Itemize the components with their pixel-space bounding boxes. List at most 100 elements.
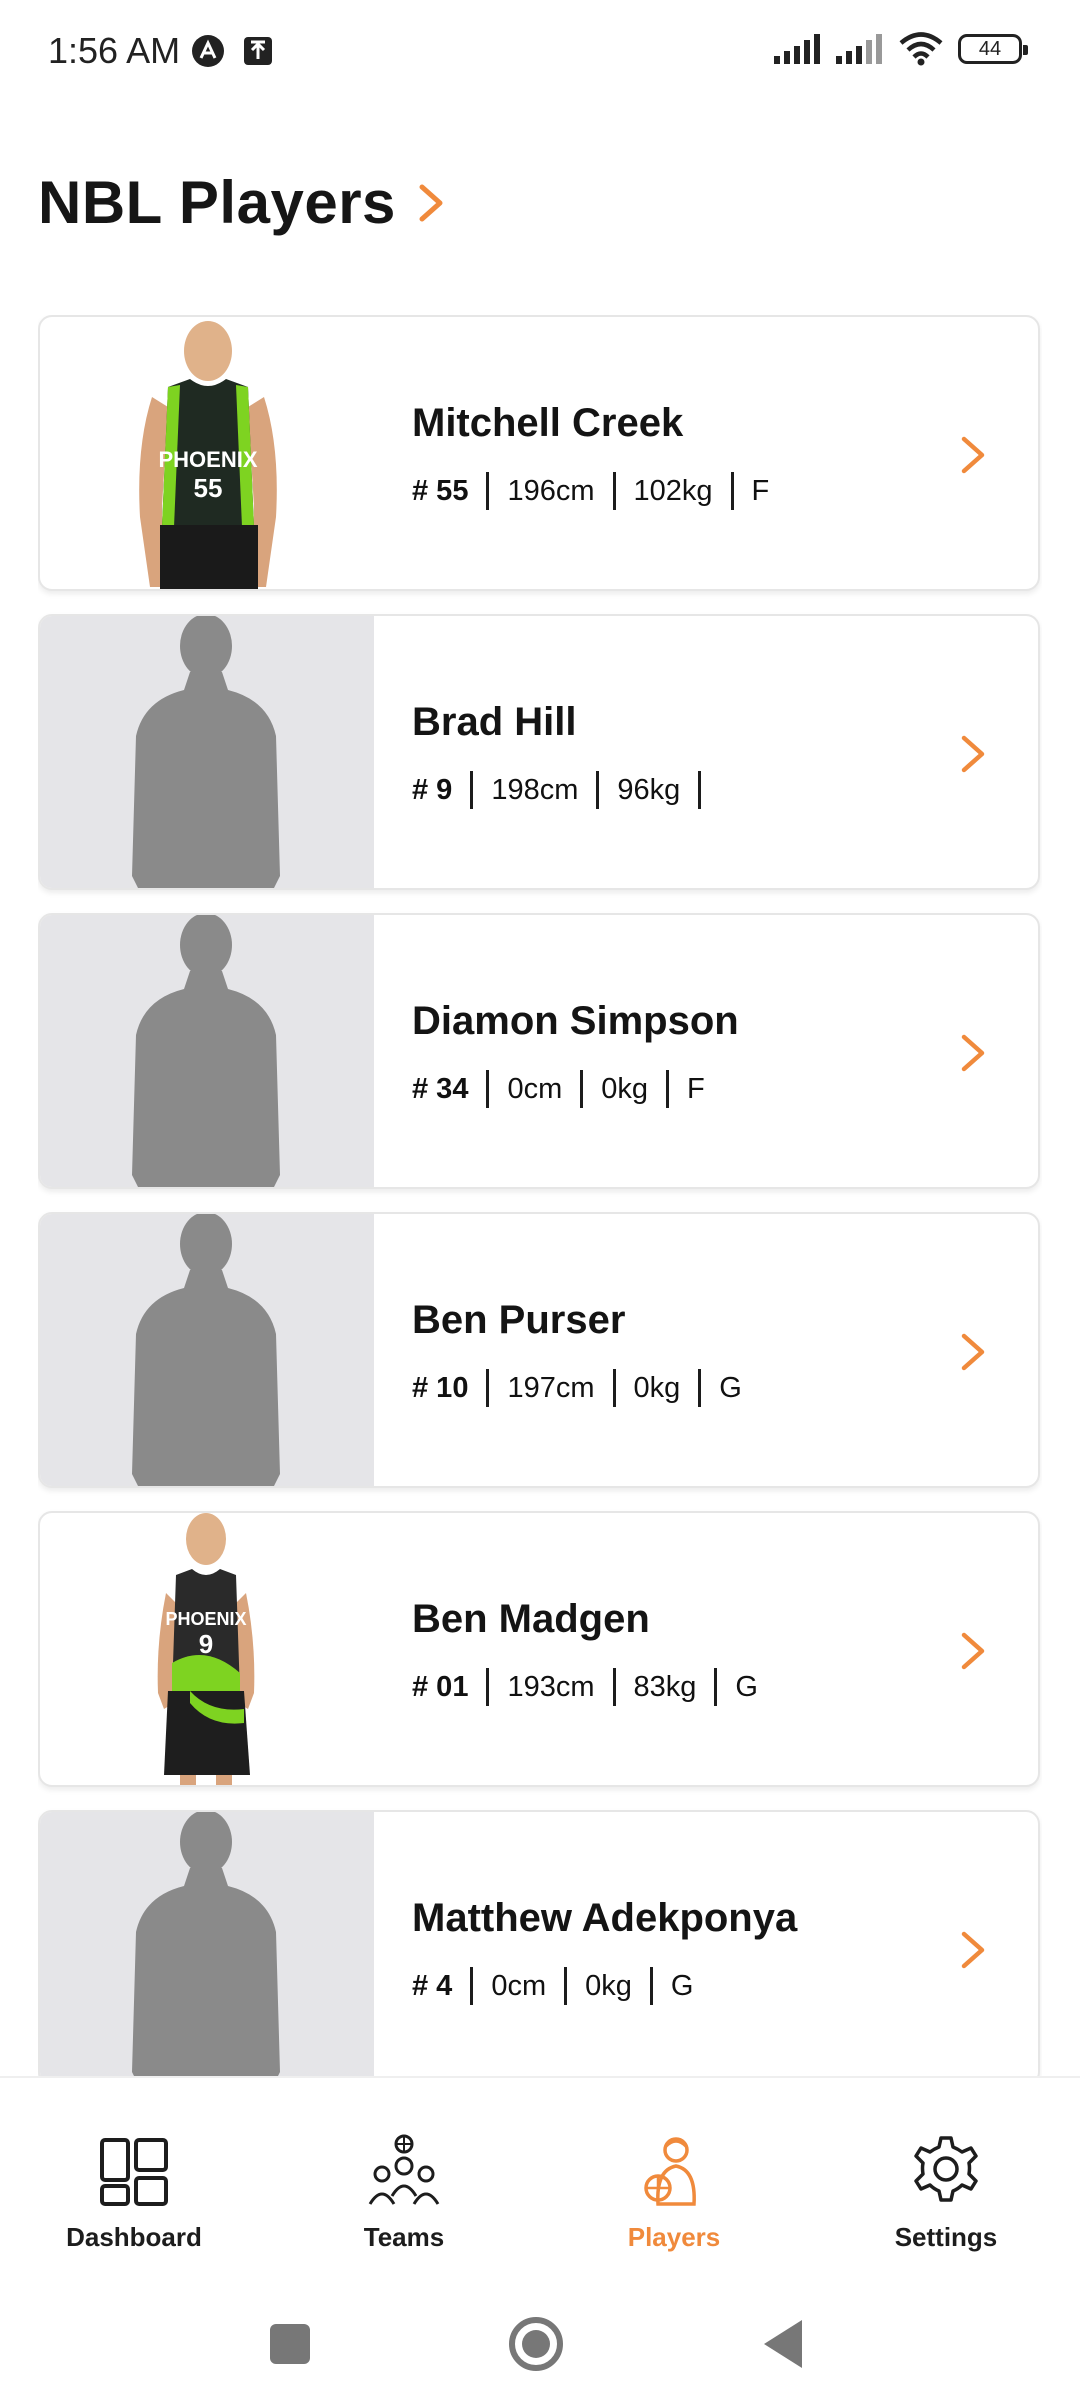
player-height: 196cm [507,474,595,507]
player-photo: PHOENIX 9 [40,1513,374,1785]
nav-label-settings: Settings [894,2222,998,2252]
teams-icon [368,2134,440,2205]
player-position: F [687,1072,705,1105]
stat-divider [486,1369,490,1407]
jersey-number: 9 [199,1629,213,1659]
player-stats: # 9 198cm 96kg [412,771,719,809]
stat-divider [486,1070,490,1108]
player-weight: 0kg [633,1371,681,1404]
player-height: 198cm [491,773,579,806]
nav-item-teams[interactable]: Teams [304,2134,504,2253]
stat-divider [564,1967,568,2005]
player-height: 0cm [507,1072,563,1105]
stat-divider [486,1668,490,1706]
player-weight: 102kg [633,474,713,507]
chevron-right-icon [961,1931,985,1969]
nav-label-dashboard: Dashboard [66,2222,202,2252]
stat-divider [612,1668,616,1706]
stat-divider [580,1070,584,1108]
jersey-number: 55 [194,473,223,503]
notification-a-icon [192,35,224,67]
player-silhouette-icon [132,1214,280,1486]
player-weight: 96kg [617,773,681,806]
nav-item-players[interactable]: Players [574,2134,774,2253]
dashboard-icon [100,2138,168,2206]
status-bar: 1:56 AM 44 [0,0,1080,105]
player-list[interactable]: PHOENIX 55 Mitchell Creek # 55 196cm 102… [38,315,1042,2077]
stat-divider [666,1070,670,1108]
chevron-right-icon [419,184,443,221]
player-name: Brad Hill [412,700,577,744]
stat-divider [470,771,474,809]
stat-divider [730,472,734,510]
chevron-right-icon [961,1333,985,1371]
player-number: # 10 [412,1371,469,1404]
player-weight: 83kg [633,1670,697,1703]
player-position: G [670,1969,694,2002]
player-number: # 01 [412,1670,469,1703]
stat-divider [470,1967,474,2005]
signal-icon [774,34,820,64]
system-nav [0,2272,1080,2400]
stat-divider [698,771,702,809]
player-height: 0cm [491,1969,547,2002]
player-position: F [751,474,770,507]
player-name: Diamon Simpson [412,999,739,1043]
battery-icon: 44 [958,34,1028,64]
jersey-text: PHOENIX [158,447,257,472]
chevron-right-icon [961,436,985,474]
upload-icon [244,37,272,65]
players-icon [644,2137,696,2206]
player-stats: # 34 0cm 0kg F [412,1070,739,1108]
stat-divider [698,1369,702,1407]
stat-divider [486,472,490,510]
player-stats: # 01 193cm 83kg G [412,1668,758,1706]
player-card[interactable]: PHOENIX 55 Mitchell Creek # 55 196cm 102… [38,315,1040,591]
player-photo: PHOENIX 55 [40,317,374,589]
player-card[interactable]: Diamon Simpson # 34 0cm 0kg F [38,913,1040,1189]
stat-divider [714,1668,718,1706]
player-photo-placeholder [40,915,374,1187]
player-name: Matthew Adekponya [412,1896,798,1940]
jersey-text: PHOENIX [165,1609,246,1629]
player-position: G [735,1670,758,1703]
player-card[interactable]: Brad Hill # 9 198cm 96kg [38,614,1040,890]
player-name: Ben Madgen [412,1597,650,1641]
home-button[interactable] [504,2312,568,2376]
player-photo-placeholder [40,1214,374,1486]
player-card[interactable]: PHOENIX 9 Ben Madgen # 01 193cm 83kg G [38,1511,1040,1787]
back-button[interactable] [752,2312,816,2376]
page-title: NBL Players [38,169,396,236]
player-silhouette-icon [132,616,280,888]
player-card[interactable]: Matthew Adekponya # 4 0cm 0kg G [38,1810,1040,2077]
nav-item-settings[interactable]: Settings [846,2134,1046,2253]
player-card[interactable]: Ben Purser # 10 197cm 0kg G [38,1212,1040,1488]
bottom-nav: Dashboard Teams Players Settings [0,2076,1080,2274]
player-name: Ben Purser [412,1298,626,1342]
player-stats: # 10 197cm 0kg G [412,1369,742,1407]
battery-level: 44 [978,37,1002,60]
page-header[interactable]: NBL Players [38,168,450,237]
stat-divider [596,771,600,809]
player-name: Mitchell Creek [412,401,684,445]
player-silhouette-icon [132,1812,280,2077]
player-number: # 55 [412,474,469,507]
stat-divider [612,472,616,510]
wifi-icon [899,32,943,66]
player-stats: # 4 0cm 0kg G [412,1967,797,2005]
player-silhouette-icon [132,915,280,1187]
player-number: # 4 [412,1969,453,2002]
chevron-right-icon [961,735,985,773]
signal-icon-2 [836,34,882,64]
chevron-right-icon [961,1632,985,1670]
player-photo-placeholder [40,1812,374,2077]
nav-label-players: Players [627,2222,721,2252]
nav-label-teams: Teams [363,2222,445,2252]
nav-item-dashboard[interactable]: Dashboard [34,2134,234,2253]
recents-button[interactable] [258,2312,322,2376]
player-position: G [719,1371,742,1404]
gear-icon [914,2136,978,2202]
chevron-right-icon [961,1034,985,1072]
stat-divider [612,1369,616,1407]
player-weight: 0kg [601,1072,649,1105]
